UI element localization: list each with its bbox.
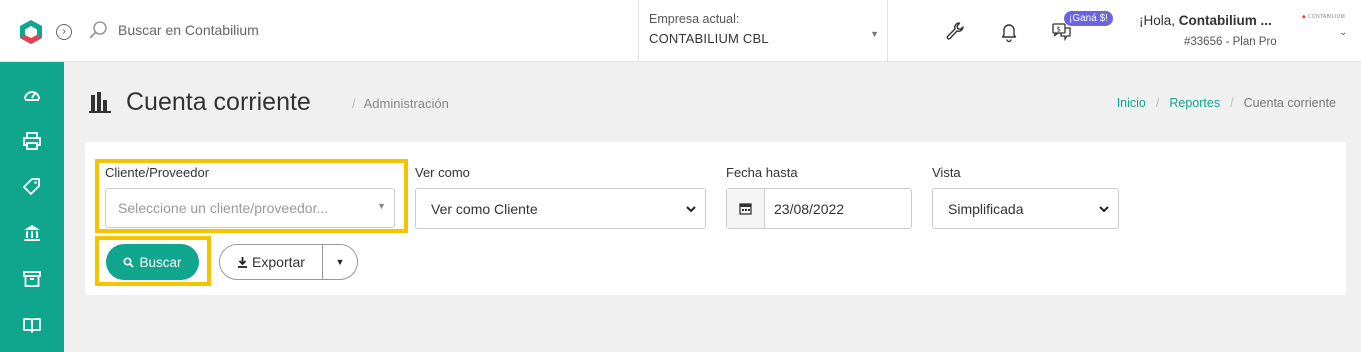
chevron-down-icon [1099, 206, 1109, 213]
vista-label: Vista [932, 165, 961, 180]
caret-down-icon: ▼ [870, 29, 879, 39]
bank-icon[interactable] [22, 223, 42, 243]
calendar-button[interactable] [727, 189, 765, 228]
chevron-down-icon [686, 206, 696, 213]
tag-icon[interactable] [22, 177, 42, 197]
view-as-value: Ver como Cliente [431, 200, 538, 217]
promo-badge[interactable]: ¡Ganá $! [1064, 11, 1113, 26]
company-value: CONTABILIUM CBL [649, 31, 769, 46]
date-field[interactable]: 23/08/2022 [726, 188, 912, 229]
search-icon [89, 21, 107, 39]
search-icon [123, 256, 135, 268]
caret-down-icon: ▼ [377, 201, 386, 211]
greeting-prefix: ¡Hola, [1139, 13, 1179, 28]
download-icon [238, 257, 248, 268]
user-greeting[interactable]: ¡Hola, Contabilium ... [1139, 13, 1272, 28]
export-button-group: Exportar ▼ [219, 244, 358, 280]
date-value: 23/08/2022 [774, 200, 845, 217]
date-label: Fecha hasta [726, 165, 798, 180]
breadcrumb: Inicio / Reportes / Cuenta corriente [1116, 96, 1336, 110]
breadcrumb-reportes[interactable]: Reportes [1169, 96, 1220, 110]
top-bar: › Buscar en Contabilium Empresa actual: … [0, 0, 1361, 62]
bar-chart-icon [89, 92, 111, 113]
archive-icon[interactable] [22, 269, 42, 289]
account-info: #33656 - Plan Pro [1184, 36, 1277, 48]
vista-value: Simplificada [948, 200, 1024, 217]
wrench-icon[interactable] [944, 20, 966, 42]
export-button-label: Exportar [252, 254, 305, 270]
page-title: Cuenta corriente [126, 88, 311, 116]
view-as-select[interactable]: Ver como Cliente [415, 188, 706, 229]
page-subtitle-text: Administración [363, 96, 449, 111]
contabilium-logo[interactable] [18, 19, 44, 45]
search-button[interactable]: Buscar [106, 244, 199, 280]
svg-text:$: $ [1057, 26, 1061, 34]
user-name: Contabilium ... [1178, 13, 1272, 28]
vista-select[interactable]: Simplificada [932, 188, 1119, 229]
calendar-icon [739, 203, 752, 215]
book-icon[interactable] [22, 315, 42, 335]
export-button[interactable]: Exportar [220, 245, 323, 279]
breadcrumb-inicio[interactable]: Inicio [1117, 96, 1146, 110]
view-as-label: Ver como [415, 165, 470, 180]
client-placeholder: Seleccione un cliente/proveedor... [118, 200, 329, 216]
bell-icon[interactable] [998, 20, 1020, 42]
global-search[interactable]: Buscar en Contabilium [88, 20, 259, 40]
company-selector[interactable]: Empresa actual: CONTABILIUM CBL ▼ [638, 0, 888, 62]
dashboard-icon[interactable] [22, 85, 42, 105]
user-menu-chevron-icon[interactable]: ⌄ [1339, 27, 1347, 38]
caret-down-icon: ▼ [335, 257, 345, 267]
page-subtitle: / Administración [352, 96, 449, 111]
breadcrumb-current: Cuenta corriente [1243, 96, 1336, 110]
search-button-label: Buscar [139, 254, 182, 270]
search-input[interactable]: Buscar en Contabilium [118, 22, 259, 38]
printer-icon[interactable] [22, 131, 42, 151]
client-select[interactable]: Seleccione un cliente/proveedor... ▼ [105, 188, 395, 228]
sidebar-toggle-icon[interactable]: › [56, 24, 72, 40]
company-label: Empresa actual: [649, 12, 740, 26]
client-label: Cliente/Proveedor [105, 165, 210, 180]
sidebar [0, 62, 64, 352]
mini-logo-text: CONTABILIUM [1307, 14, 1345, 20]
export-dropdown-toggle[interactable]: ▼ [323, 245, 357, 279]
company-mini-logo: ◆ CONTABILIUM [1302, 14, 1345, 20]
